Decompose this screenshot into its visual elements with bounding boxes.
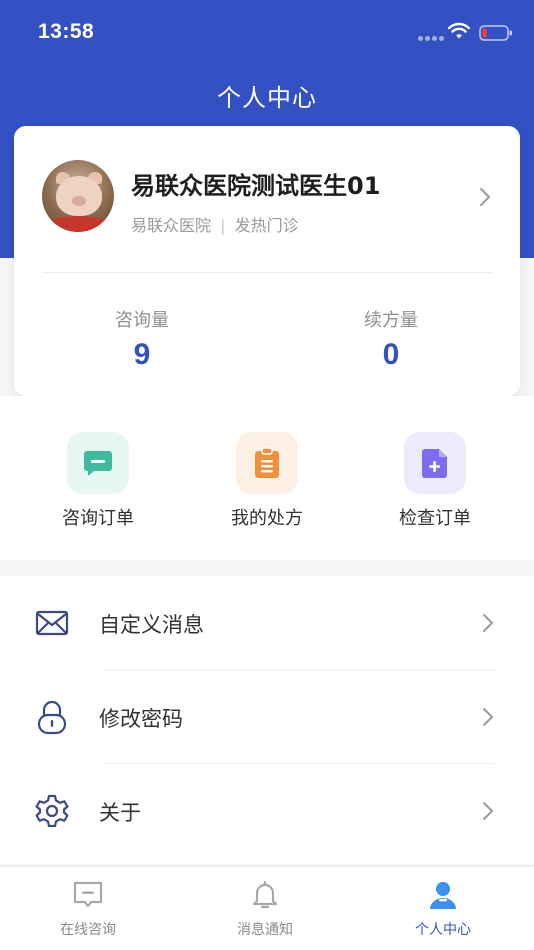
hospital-name: 易联众医院: [131, 216, 212, 235]
menu-item-about[interactable]: 关于: [0, 764, 534, 858]
lock-icon: [37, 700, 67, 735]
my-prescriptions-button[interactable]: 我的处方: [197, 432, 337, 530]
chat-icon: [84, 451, 112, 476]
exam-orders-label: 检查订单: [399, 508, 471, 529]
mail-icon: [35, 610, 69, 636]
profile-chevron-right-icon[interactable]: [479, 187, 491, 207]
doctor-affiliation: 易联众医院 | 发热门诊: [131, 212, 299, 236]
doctor-name: 易联众医院测试医生01: [131, 172, 381, 200]
page-title: 个人中心: [217, 84, 317, 112]
signal-icon: [418, 36, 444, 41]
gear-icon: [35, 794, 69, 828]
avatar[interactable]: [42, 160, 114, 232]
menu-item-custom-message[interactable]: 自定义消息: [0, 576, 534, 670]
clipboard-icon: [255, 447, 279, 478]
status-bar: 13:58: [0, 0, 534, 64]
tab-personal-center-label: 个人中心: [415, 922, 471, 938]
consult-count-stat: 咨询量 9: [42, 306, 242, 372]
profile-card: 易联众医院测试医生01 易联众医院 | 发热门诊 咨询量 9 续方量 0: [14, 126, 520, 396]
my-prescriptions-label: 我的处方: [231, 508, 303, 529]
renewal-count-label: 续方量: [364, 310, 418, 331]
chevron-right-icon: [483, 614, 493, 632]
person-icon: [430, 882, 456, 909]
tab-online-consult-label: 在线咨询: [60, 922, 116, 938]
status-time: 13:58: [38, 20, 95, 43]
chat-box-icon: [73, 881, 103, 908]
renewal-count-stat: 续方量 0: [291, 306, 491, 372]
menu-item-change-password-label: 修改密码: [99, 707, 183, 731]
affiliation-separator: |: [220, 216, 226, 235]
consult-orders-label: 咨询订单: [62, 508, 134, 529]
chevron-right-icon: [483, 708, 493, 726]
consult-count-value: 9: [133, 338, 151, 371]
settings-menu: 自定义消息 修改密码 关于: [0, 576, 534, 864]
menu-item-change-password[interactable]: 修改密码: [0, 670, 534, 764]
quick-actions: 咨询订单 我的处方 检查订单: [0, 396, 534, 560]
tab-online-consult[interactable]: 在线咨询: [28, 879, 148, 939]
consult-count-label: 咨询量: [115, 310, 169, 331]
menu-item-custom-message-label: 自定义消息: [99, 613, 204, 637]
document-plus-icon: [422, 449, 447, 478]
card-divider: [42, 272, 492, 273]
menu-item-about-label: 关于: [99, 801, 141, 825]
tab-bar: 在线咨询 消息通知 个人中心: [0, 866, 534, 950]
consult-orders-button[interactable]: 咨询订单: [28, 432, 168, 530]
exam-orders-button[interactable]: 检查订单: [365, 432, 505, 530]
department-name: 发热门诊: [234, 216, 299, 235]
bell-icon: [252, 880, 278, 909]
tab-personal-center[interactable]: 个人中心: [383, 879, 503, 939]
renewal-count-value: 0: [382, 338, 400, 371]
tab-notifications-label: 消息通知: [237, 922, 293, 938]
tab-notifications[interactable]: 消息通知: [205, 879, 325, 939]
chevron-right-icon: [483, 802, 493, 820]
battery-icon: [479, 25, 512, 41]
wifi-icon: [448, 22, 470, 39]
